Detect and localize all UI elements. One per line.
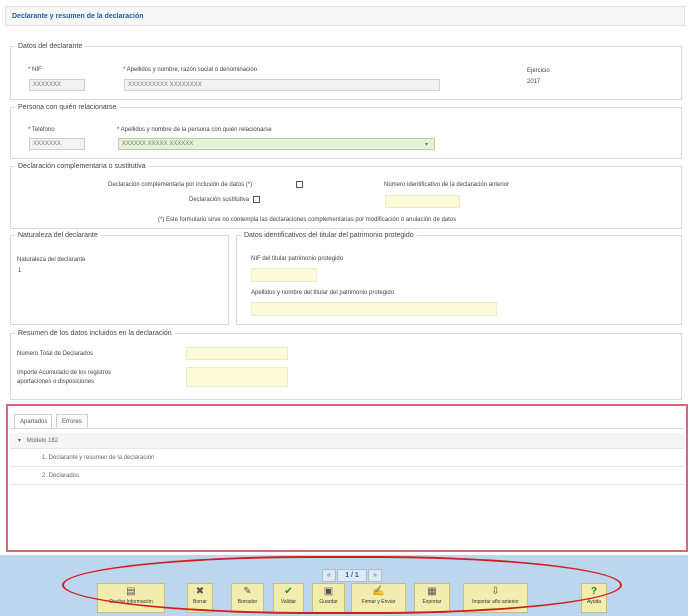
check-icon: ✔ [284, 586, 293, 597]
pager-current: 1 / 1 [337, 569, 367, 582]
persona-label: * Apellidos y nombre de la persona con q… [117, 127, 272, 133]
importar-anio-anterior-label: Importar año anterior [472, 599, 519, 605]
pager-next-button[interactable]: » [368, 569, 382, 582]
declarante-legend: Datos del declarante [18, 43, 83, 50]
trash-icon: ✖ [195, 586, 205, 597]
titular-nif-label: NIF del titular patrimonio protegido [251, 256, 344, 262]
nombre-field[interactable]: XXXXXXXXXX XXXXXXXX [124, 79, 440, 91]
telefono-field[interactable]: XXXXXXX [29, 138, 85, 150]
draft-icon: ✎ [243, 586, 252, 597]
declarante-fieldset: Datos del declarante [10, 43, 682, 100]
total-declarados-label: Número Total de Declarados [17, 351, 93, 357]
tree-root-label: Modelo 182 [26, 438, 59, 444]
importe-label: Importe Acumulado de los registros [17, 370, 112, 376]
numero-anterior-field[interactable] [385, 195, 460, 208]
sustitutiva-checkbox[interactable] [253, 196, 260, 203]
numero-anterior-label: Número identificativo de la declaración … [384, 182, 510, 188]
importe-field[interactable] [186, 367, 288, 387]
ejercicio-label: Ejercicio [527, 68, 550, 74]
nif-label: * NIF [28, 67, 42, 73]
guardar-button[interactable]: ▣ Guardar [312, 583, 345, 613]
ayuda-button[interactable]: ? Ayuda [581, 583, 607, 613]
titular-nif-field[interactable] [251, 268, 317, 282]
importar-anio-anterior-button[interactable]: ⇩ Importar año anterior [463, 583, 528, 613]
import-icon: ⇩ [491, 586, 500, 597]
nombre-label: * Apellidos y nombre, razón social o den… [123, 67, 258, 73]
ejercicio-value: 2017 [527, 79, 541, 85]
borrar-label: Borrar [193, 599, 207, 605]
tree-item-label: 1. Declarante y resumen de la declaració… [42, 455, 155, 461]
save-icon: ▣ [323, 586, 334, 597]
firmar-enviar-button[interactable]: ✍ Firmar y Enviar [351, 583, 406, 613]
tab-apartados[interactable]: Apartados [14, 414, 52, 428]
titular-legend: Datos identificativos del titular del pa… [244, 232, 414, 239]
borrador-label: Borrador [237, 599, 258, 605]
resumen-fieldset: Resumen de los datos incluidos en la dec… [10, 330, 682, 400]
document-icon: ▤ [126, 586, 136, 597]
sign-icon: ✍ [372, 586, 385, 597]
tree-root[interactable]: ▾ Modelo 182 [10, 433, 684, 449]
export-icon: ▦ [427, 586, 437, 597]
borrador-button[interactable]: ✎ Borrador [231, 583, 264, 613]
exportar-label: Exportar [422, 599, 442, 605]
naturaleza-value: 1 [18, 268, 22, 274]
sustitutiva-label: Declaración sustitutiva [189, 197, 250, 203]
tree-item[interactable]: 2. Declarados [10, 469, 684, 485]
complementaria-checkbox[interactable] [296, 181, 303, 188]
ocultar-informacion-label: Ocultar Información [109, 599, 153, 605]
ayuda-label: Ayuda [586, 599, 602, 605]
section-title: Declarante y resumen de la declaración [5, 6, 685, 26]
tab-errores[interactable]: Errores [56, 414, 88, 428]
tree-item[interactable]: 1. Declarante y resumen de la declaració… [10, 451, 684, 467]
persona-select[interactable]: XXXXXX XXXXX XXXXXX ▾ [118, 138, 435, 150]
apartados-panel: Apartados Errores ▾ Modelo 182 1. Declar… [6, 404, 688, 552]
persona-select-value: XXXXXX XXXXX XXXXXX [122, 141, 194, 147]
pager-prev-button[interactable]: « [322, 569, 336, 582]
validar-button[interactable]: ✔ Validar [273, 583, 304, 613]
tree-item-label: 2. Declarados [42, 473, 80, 479]
total-declarados-field[interactable] [186, 347, 288, 360]
complementaria-label: Declaración complementaria por inclusión… [108, 182, 253, 188]
nif-field[interactable]: XXXXXXX [29, 79, 85, 91]
complementaria-nota: (*) Este formulario sirve no contempla l… [158, 217, 457, 223]
exportar-button[interactable]: ▦ Exportar [414, 583, 450, 613]
titular-nombre-field[interactable] [251, 302, 497, 316]
complementaria-legend: Declaración complementaria o sustitutiva [18, 163, 146, 170]
relacion-fieldset: Persona con quién relacionarse [10, 104, 682, 159]
guardar-label: Guardar [319, 599, 338, 605]
naturaleza-fieldset: Naturaleza del declarante [10, 232, 229, 325]
validar-label: Validar [280, 599, 297, 605]
chevron-down-icon: ▾ [424, 142, 428, 148]
firmar-enviar-label: Firmar y Enviar [361, 599, 396, 605]
collapse-icon[interactable]: ▾ [18, 438, 21, 444]
titular-nombre-label: Apellidos y nombre del titular del patri… [251, 290, 395, 296]
ocultar-informacion-button[interactable]: ▤ Ocultar Información [97, 583, 165, 613]
relacion-legend: Persona con quién relacionarse [18, 104, 117, 111]
naturaleza-label: Naturaleza del declarante [17, 257, 86, 263]
help-icon: ? [590, 586, 598, 597]
borrar-button[interactable]: ✖ Borrar [187, 583, 213, 613]
importe-label-2: aportaciones o disposiciones [17, 379, 95, 385]
naturaleza-legend: Naturaleza del declarante [18, 232, 98, 239]
resumen-legend: Resumen de los datos incluidos en la dec… [18, 330, 172, 337]
telefono-label: * Teléfono [28, 127, 55, 133]
